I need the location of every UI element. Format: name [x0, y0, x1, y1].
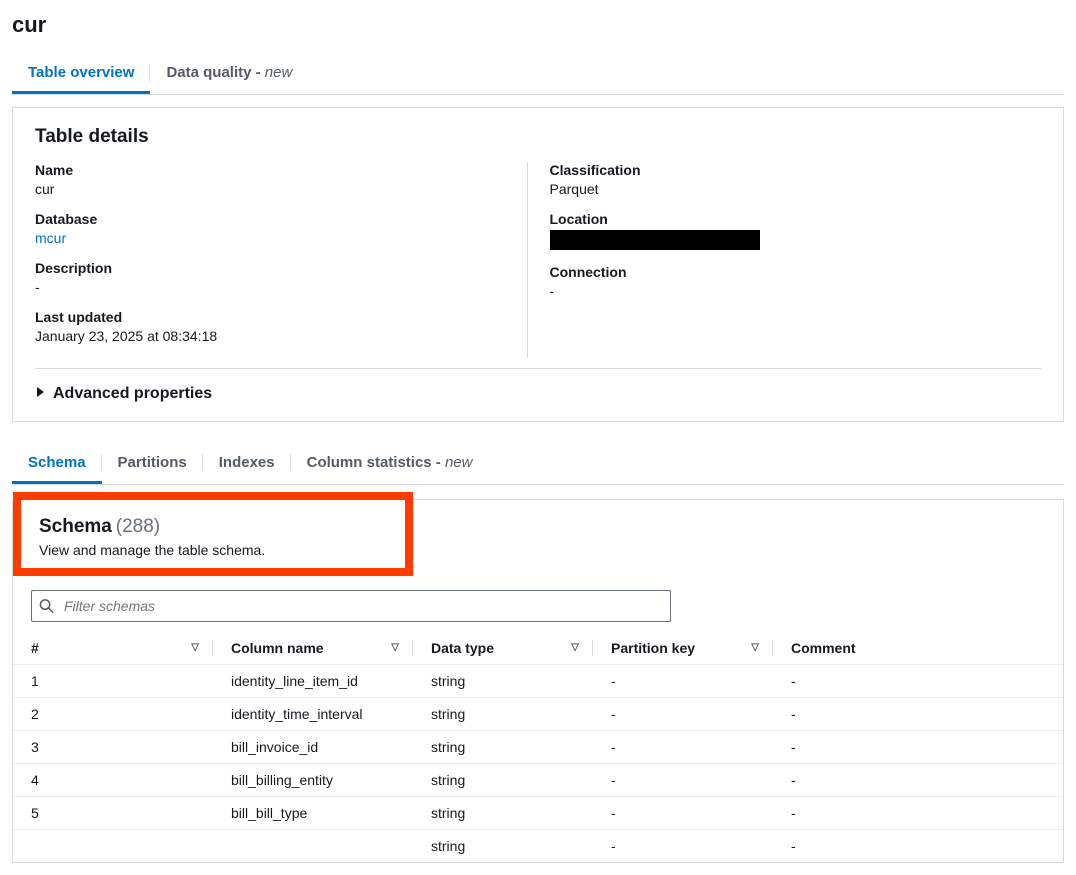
- cell-number: 2: [13, 698, 213, 731]
- cell-comment: -: [773, 764, 1063, 797]
- cell-partition-key: -: [593, 764, 773, 797]
- advanced-properties-toggle[interactable]: Advanced properties: [35, 368, 1041, 403]
- schema-search: [31, 590, 671, 622]
- sub-tabs: Schema Partitions Indexes Column statist…: [12, 444, 1064, 485]
- advanced-properties-label: Advanced properties: [53, 385, 212, 403]
- col-header-label: Partition key: [611, 640, 695, 656]
- cell-partition-key: -: [593, 797, 773, 830]
- database-label: Database: [35, 211, 527, 227]
- schema-count: (288): [116, 516, 160, 537]
- name-value: cur: [35, 181, 527, 197]
- cell-data-type: string: [413, 830, 593, 863]
- cell-column-name: identity_time_interval: [213, 698, 413, 731]
- cell-number: 5: [13, 797, 213, 830]
- tab-new-badge: new: [265, 64, 293, 81]
- search-icon: [39, 599, 54, 614]
- schema-table: #▽ Column name▽ Data type▽ Partition key…: [13, 632, 1063, 862]
- page-title: cur: [12, 12, 1064, 38]
- connection-value: -: [550, 283, 1042, 299]
- cell-number: [13, 830, 213, 863]
- tab-data-quality[interactable]: Data quality - new: [150, 54, 308, 94]
- schema-highlight-box: Schema (288) View and manage the table s…: [13, 492, 413, 576]
- sort-icon: ▽: [191, 644, 199, 652]
- col-header-label: Comment: [791, 640, 856, 656]
- cell-comment: -: [773, 698, 1063, 731]
- cell-column-name: [213, 830, 413, 863]
- last-updated-value: January 23, 2025 at 08:34:18: [35, 328, 527, 344]
- tab-label: Data quality -: [166, 64, 264, 81]
- sort-icon: ▽: [751, 644, 759, 652]
- tab-label: Column statistics -: [307, 454, 445, 471]
- table-row: 1identity_line_item_idstring--: [13, 665, 1063, 698]
- table-row: 3bill_invoice_idstring--: [13, 731, 1063, 764]
- col-header-label: Data type: [431, 640, 494, 656]
- cell-comment: -: [773, 830, 1063, 863]
- tab-column-statistics[interactable]: Column statistics - new: [291, 444, 489, 484]
- sort-icon: ▽: [391, 644, 399, 652]
- tab-partitions[interactable]: Partitions: [102, 444, 203, 484]
- tab-indexes[interactable]: Indexes: [203, 444, 291, 484]
- sort-icon: ▽: [571, 644, 579, 652]
- col-header-column-name[interactable]: Column name ▽: [213, 632, 413, 665]
- col-header-number[interactable]: #▽: [13, 632, 213, 665]
- cell-partition-key: -: [593, 830, 773, 863]
- tab-new-badge: new: [445, 454, 473, 471]
- cell-comment: -: [773, 665, 1063, 698]
- cell-comment: -: [773, 731, 1063, 764]
- top-tabs: Table overview Data quality - new: [12, 54, 1064, 95]
- connection-label: Connection: [550, 264, 1042, 280]
- cell-partition-key: -: [593, 698, 773, 731]
- cell-partition-key: -: [593, 665, 773, 698]
- table-row: 4bill_billing_entitystring--: [13, 764, 1063, 797]
- cell-comment: -: [773, 797, 1063, 830]
- cell-data-type: string: [413, 698, 593, 731]
- tab-table-overview[interactable]: Table overview: [12, 54, 150, 94]
- table-details-panel: Table details Name cur Database mcur Des…: [12, 107, 1064, 422]
- classification-label: Classification: [550, 162, 1042, 178]
- cell-column-name: bill_invoice_id: [213, 731, 413, 764]
- database-link[interactable]: mcur: [35, 230, 527, 246]
- col-header-label: Column name: [231, 640, 324, 656]
- location-label: Location: [550, 211, 1042, 227]
- table-row: 5bill_bill_typestring--: [13, 797, 1063, 830]
- cell-column-name: bill_bill_type: [213, 797, 413, 830]
- location-value: [550, 230, 1042, 250]
- description-label: Description: [35, 260, 527, 276]
- cell-data-type: string: [413, 731, 593, 764]
- cell-column-name: bill_billing_entity: [213, 764, 413, 797]
- cell-number: 4: [13, 764, 213, 797]
- schema-filter-input[interactable]: [31, 590, 671, 622]
- description-value: -: [35, 279, 527, 295]
- caret-right-icon: [35, 385, 45, 403]
- schema-panel: Schema (288) View and manage the table s…: [12, 499, 1064, 863]
- cell-partition-key: -: [593, 731, 773, 764]
- cell-data-type: string: [413, 764, 593, 797]
- col-header-comment[interactable]: Comment: [773, 632, 1063, 665]
- cell-number: 3: [13, 731, 213, 764]
- name-label: Name: [35, 162, 527, 178]
- cell-data-type: string: [413, 797, 593, 830]
- cell-column-name: identity_line_item_id: [213, 665, 413, 698]
- table-details-title: Table details: [35, 126, 1041, 148]
- tab-schema[interactable]: Schema: [12, 444, 102, 484]
- col-header-label: #: [31, 640, 39, 656]
- schema-subtitle: View and manage the table schema.: [39, 542, 387, 558]
- cell-data-type: string: [413, 665, 593, 698]
- col-header-data-type[interactable]: Data type ▽: [413, 632, 593, 665]
- redacted-block: [550, 230, 760, 250]
- cell-number: 1: [13, 665, 213, 698]
- last-updated-label: Last updated: [35, 309, 527, 325]
- table-row: 2identity_time_intervalstring--: [13, 698, 1063, 731]
- table-row: string--: [13, 830, 1063, 863]
- classification-value: Parquet: [550, 181, 1042, 197]
- col-header-partition-key[interactable]: Partition key ▽: [593, 632, 773, 665]
- schema-title: Schema: [39, 516, 112, 537]
